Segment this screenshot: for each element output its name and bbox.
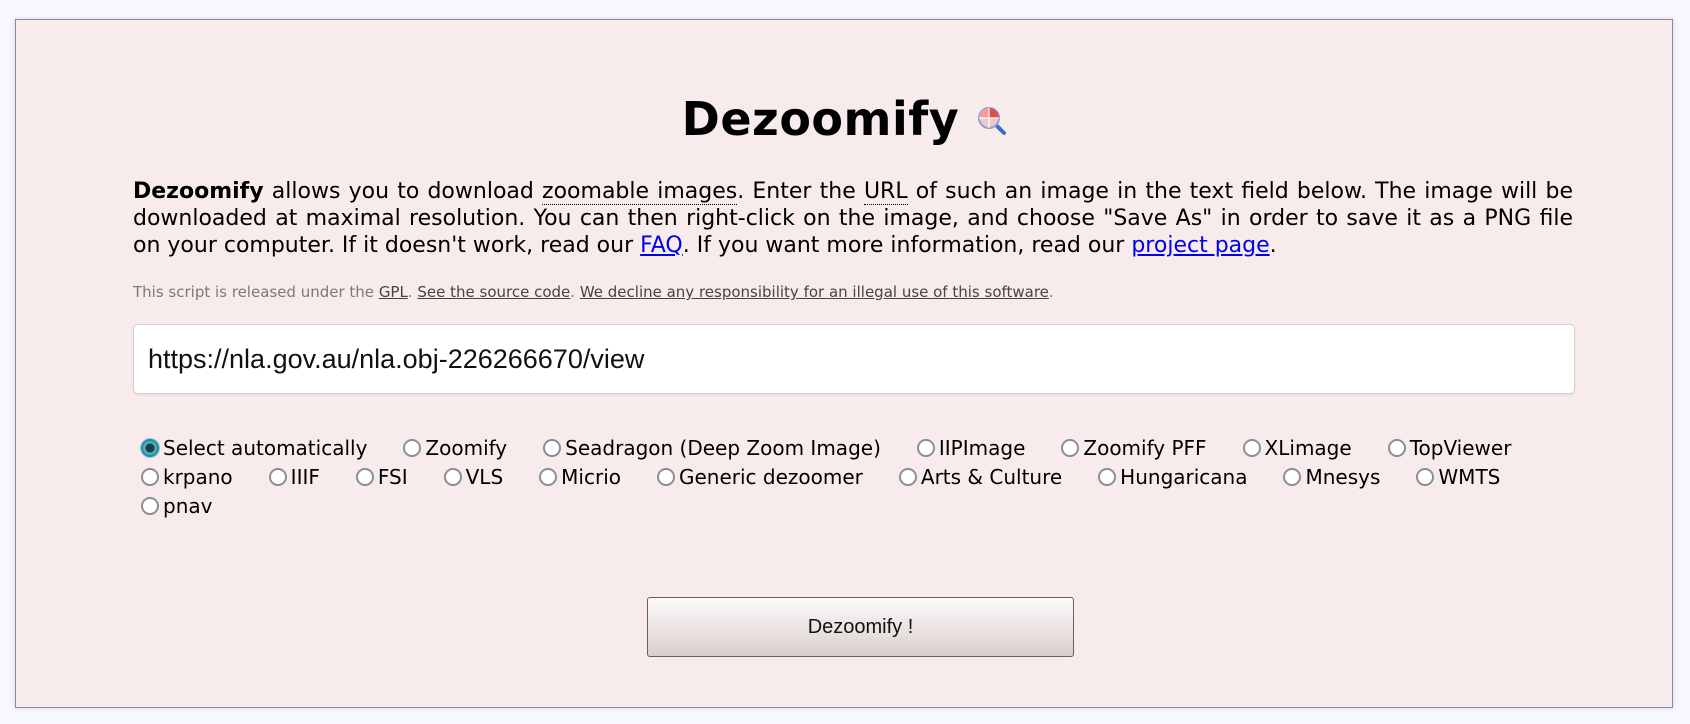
radio-button[interactable] (1098, 468, 1117, 486)
radio-button[interactable] (1416, 468, 1435, 486)
dezoomer-option[interactable]: FSI (348, 463, 408, 492)
description-text: allows you to download (263, 179, 543, 204)
dezoomify-button[interactable]: Dezoomify ! (647, 597, 1074, 657)
url-abbr: URL (863, 179, 908, 205)
title-row: Dezoomify (16, 92, 1674, 146)
license-text: . (407, 283, 418, 301)
dezoomer-option[interactable]: Mnesys (1275, 463, 1380, 492)
description-text: . (1269, 233, 1277, 258)
description-text: . Enter the (737, 179, 864, 204)
radio-button[interactable] (355, 468, 374, 486)
dezoomer-option[interactable]: Arts & Culture (891, 463, 1062, 492)
dezoomer-option-label: XLimage (1264, 436, 1352, 460)
radio-button[interactable] (1242, 439, 1261, 457)
radio-button[interactable] (141, 468, 159, 486)
dezoomer-option[interactable]: Micrio (531, 463, 621, 492)
radio-button[interactable] (543, 439, 562, 457)
radio-button[interactable] (898, 468, 917, 486)
radio-button[interactable] (268, 468, 287, 486)
brand-name: Dezoomify (133, 179, 264, 204)
dezoomer-option[interactable]: Generic dezoomer (649, 463, 863, 492)
radio-button[interactable] (1061, 439, 1080, 457)
faq-link[interactable]: FAQ (640, 233, 683, 258)
dezoomer-options: Select automatically Zoomify Seadragon (De… (133, 434, 1593, 521)
radio-button[interactable] (443, 468, 462, 486)
dezoomer-option[interactable]: krpano (133, 463, 233, 492)
dezoomer-option[interactable]: WMTS (1408, 463, 1500, 492)
dezoomer-option[interactable]: VLS (436, 463, 504, 492)
dezoomer-option-label: VLS (465, 465, 504, 489)
dezoomer-option[interactable]: pnav (133, 492, 212, 521)
url-input[interactable] (133, 324, 1575, 394)
dezoomer-option[interactable]: Zoomify (395, 434, 507, 463)
license-text: . (570, 283, 580, 301)
zoomable-images-abbr: zoomable images (542, 179, 738, 205)
gpl-link[interactable]: GPL (379, 283, 408, 301)
radio-button[interactable] (1387, 439, 1406, 457)
radio-button[interactable] (141, 497, 159, 515)
dezoomer-option-label: IIIF (290, 465, 320, 489)
dezoomer-option-label: Zoomify PFF (1083, 436, 1207, 460)
description: Dezoomify allows you to download zoomabl… (133, 178, 1573, 259)
radio-button[interactable] (403, 439, 422, 457)
dezoomer-option[interactable]: XLimage (1235, 434, 1352, 463)
dezoomer-option[interactable]: IIPImage (909, 434, 1026, 463)
dezoomer-option-label: IIPImage (938, 436, 1026, 460)
dezoomer-option-label: WMTS (1438, 465, 1501, 489)
dezoomer-option-label: Seadragon (Deep Zoom Image) (565, 436, 881, 460)
radio-button[interactable] (141, 439, 159, 457)
dezoomer-option-label: pnav (163, 494, 213, 518)
dezoomer-option[interactable]: Zoomify PFF (1053, 434, 1207, 463)
description-text: . If you want more information, read our (682, 233, 1132, 258)
dezoomer-option-label: krpano (163, 465, 233, 489)
dezoomer-option[interactable]: TopViewer (1380, 434, 1512, 463)
dezoomer-option[interactable]: Seadragon (Deep Zoom Image) (535, 434, 881, 463)
dezoomer-option-label: Select automatically (163, 436, 368, 460)
dezoomer-option-label: Arts & Culture (920, 465, 1063, 489)
dezoomer-option[interactable]: IIIF (261, 463, 320, 492)
project-page-link[interactable]: project page (1131, 233, 1269, 258)
disclaimer-link[interactable]: We decline any responsibility for an ill… (580, 283, 1049, 301)
dezoomer-option[interactable]: Hungaricana (1090, 463, 1247, 492)
page-title: Dezoomify (681, 92, 960, 146)
main-panel: Dezoomify Dezoomify allows you to downlo… (15, 19, 1673, 708)
dezoomer-option-label: Mnesys (1305, 465, 1381, 489)
dezoomer-option-label: TopViewer (1409, 436, 1512, 460)
dezoomer-option-label: Zoomify (425, 436, 508, 460)
dezoomer-option-label: Hungaricana (1120, 465, 1248, 489)
license-text: . (1048, 283, 1054, 301)
source-code-link[interactable]: See the source code (417, 283, 570, 301)
radio-button[interactable] (916, 439, 935, 457)
license-note: This script is released under the GPL. S… (133, 283, 1573, 301)
radio-button[interactable] (539, 468, 558, 486)
dezoomer-option-label: FSI (377, 465, 408, 489)
dezoomer-option-label: Generic dezoomer (678, 465, 863, 489)
dezoomer-option-label: Micrio (561, 465, 621, 489)
license-text: This script is released under the (133, 283, 379, 301)
radio-button[interactable] (1283, 468, 1302, 486)
dezoomer-option[interactable]: Select automatically (133, 434, 367, 463)
magnifier-icon (976, 105, 1008, 137)
radio-button[interactable] (656, 468, 675, 486)
